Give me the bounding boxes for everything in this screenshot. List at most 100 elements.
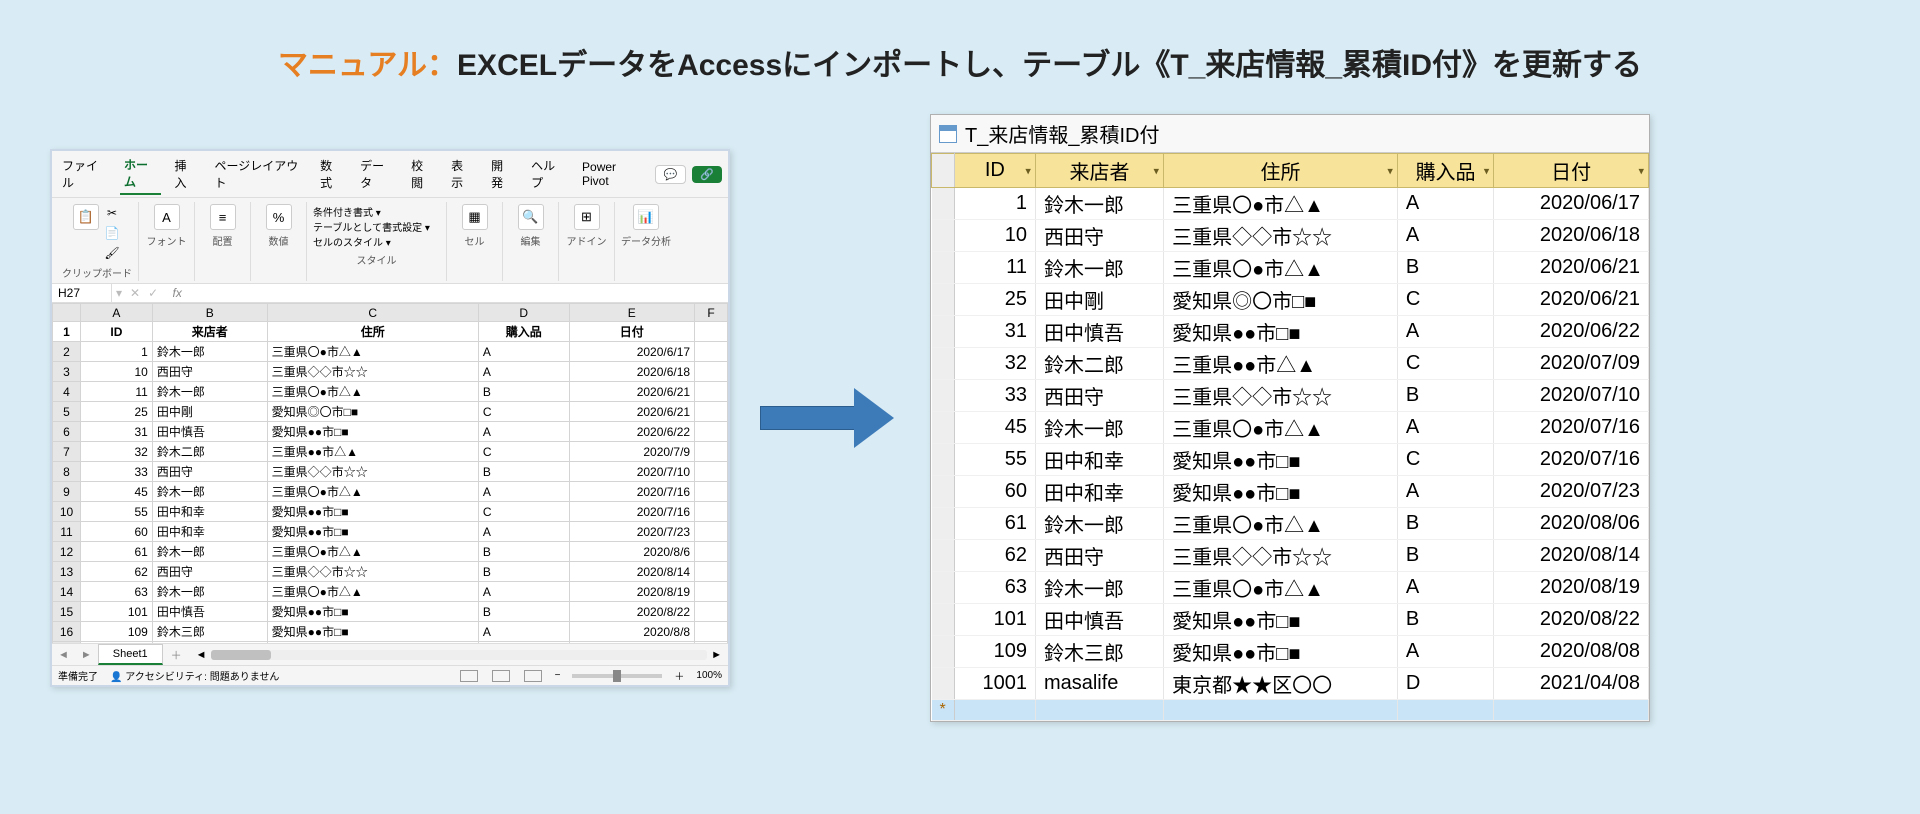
cell[interactable]: 61 xyxy=(81,542,153,562)
cell[interactable]: 2020/8/19 xyxy=(569,582,695,602)
cell[interactable]: 鈴木一郎 xyxy=(1035,412,1163,444)
cell[interactable]: 32 xyxy=(954,348,1035,380)
cell[interactable]: 101 xyxy=(81,602,153,622)
cell[interactable]: A xyxy=(478,482,569,502)
ribbon-tab-開発[interactable]: 開発 xyxy=(487,154,517,194)
row-selector[interactable] xyxy=(932,572,955,604)
sheet-tab[interactable]: Sheet1 xyxy=(98,644,163,665)
cell[interactable]: 2020/8/22 xyxy=(569,602,695,622)
paste-icon[interactable]: 📋 xyxy=(73,204,99,230)
cell[interactable]: 鈴木一郎 xyxy=(1035,252,1163,284)
excel-header-cell[interactable]: 日付 xyxy=(569,322,695,342)
cell[interactable] xyxy=(695,602,728,622)
cell[interactable]: 55 xyxy=(81,502,153,522)
access-col-header[interactable]: 購入品▾ xyxy=(1397,154,1493,188)
namebox-dropdown-icon[interactable]: ▾ xyxy=(112,286,126,300)
cell[interactable]: 西田守 xyxy=(152,562,267,582)
dropdown-icon[interactable]: ▾ xyxy=(1484,164,1490,177)
cell[interactable]: 鈴木一郎 xyxy=(152,542,267,562)
conditional-format-button[interactable]: 条件付き書式 ▾ xyxy=(313,204,440,219)
row-header[interactable]: 15 xyxy=(53,602,81,622)
row-header[interactable]: 8 xyxy=(53,462,81,482)
cell[interactable]: 2020/7/10 xyxy=(569,462,695,482)
cell[interactable] xyxy=(954,700,1035,721)
cell[interactable]: 109 xyxy=(81,622,153,642)
row-header[interactable]: 13 xyxy=(53,562,81,582)
font-icon[interactable]: A xyxy=(154,204,180,230)
cell[interactable]: 鈴木一郎 xyxy=(1035,508,1163,540)
cell[interactable]: 三重県〇●市△▲ xyxy=(267,482,478,502)
cell[interactable]: 三重県●●市△▲ xyxy=(1164,348,1398,380)
cell-styles-button[interactable]: セルのスタイル ▾ xyxy=(313,234,440,249)
cell[interactable]: 2021/4/8 xyxy=(569,642,695,644)
cell[interactable]: 2020/06/17 xyxy=(1494,188,1649,220)
cell[interactable]: 2020/8/14 xyxy=(569,562,695,582)
excel-header-cell[interactable]: 購入品 xyxy=(478,322,569,342)
cell[interactable]: 2020/08/19 xyxy=(1494,572,1649,604)
cell[interactable] xyxy=(1494,700,1649,721)
select-all-cell[interactable] xyxy=(53,304,81,322)
cell[interactable]: 愛知県●●市□■ xyxy=(267,602,478,622)
cell[interactable]: 鈴木一郎 xyxy=(1035,188,1163,220)
enter-icon[interactable]: ✓ xyxy=(144,286,162,300)
cell[interactable]: 東京都★★区〇〇 xyxy=(1164,668,1398,700)
analysis-icon[interactable]: 📊 xyxy=(633,204,659,230)
cell[interactable]: 25 xyxy=(81,402,153,422)
ribbon-tab-挿入[interactable]: 挿入 xyxy=(171,154,201,194)
cell[interactable]: 西田守 xyxy=(152,362,267,382)
cell[interactable]: 田中和幸 xyxy=(1035,444,1163,476)
cell[interactable] xyxy=(695,622,728,642)
cell[interactable] xyxy=(695,482,728,502)
cell[interactable]: A xyxy=(478,422,569,442)
cell[interactable]: C xyxy=(478,442,569,462)
cell[interactable]: 2020/07/16 xyxy=(1494,412,1649,444)
cell[interactable]: 三重県〇●市△▲ xyxy=(1164,412,1398,444)
col-header-A[interactable]: A xyxy=(81,304,153,322)
access-col-header[interactable]: 日付▾ xyxy=(1494,154,1649,188)
cell[interactable]: 2020/07/10 xyxy=(1494,380,1649,412)
cell[interactable]: D xyxy=(1397,668,1493,700)
cell[interactable] xyxy=(695,642,728,644)
cell[interactable]: 45 xyxy=(954,412,1035,444)
cell[interactable]: 田中慎吾 xyxy=(1035,316,1163,348)
cut-icon[interactable]: ✂ xyxy=(103,204,121,222)
cell[interactable]: 田中剛 xyxy=(152,402,267,422)
cell[interactable]: 2020/08/14 xyxy=(1494,540,1649,572)
cell[interactable]: 1001 xyxy=(81,642,153,644)
access-col-header[interactable]: ID▾ xyxy=(954,154,1035,188)
cell[interactable]: 45 xyxy=(81,482,153,502)
dropdown-icon[interactable]: ▾ xyxy=(1638,164,1644,177)
cell[interactable]: 31 xyxy=(954,316,1035,348)
cell[interactable]: 31 xyxy=(81,422,153,442)
cell[interactable]: 田中慎吾 xyxy=(1035,604,1163,636)
cell[interactable]: 2020/6/22 xyxy=(569,422,695,442)
cell[interactable]: A xyxy=(478,522,569,542)
cell[interactable]: A xyxy=(478,622,569,642)
cell[interactable]: 2020/7/16 xyxy=(569,482,695,502)
cell[interactable]: 2020/6/17 xyxy=(569,342,695,362)
cell[interactable]: B xyxy=(478,562,569,582)
cell[interactable] xyxy=(695,422,728,442)
row-selector[interactable] xyxy=(932,444,955,476)
cell[interactable]: 1 xyxy=(954,188,1035,220)
cell[interactable] xyxy=(695,362,728,382)
cell[interactable] xyxy=(695,382,728,402)
col-header-F[interactable]: F xyxy=(695,304,728,322)
cell[interactable]: 愛知県◎〇市□■ xyxy=(267,402,478,422)
cell[interactable]: 2020/07/16 xyxy=(1494,444,1649,476)
cell[interactable]: 鈴木二郎 xyxy=(1035,348,1163,380)
cell[interactable]: 三重県◇◇市☆☆ xyxy=(267,562,478,582)
cell[interactable]: 2020/8/6 xyxy=(569,542,695,562)
cell[interactable]: 33 xyxy=(954,380,1035,412)
cancel-icon[interactable]: ✕ xyxy=(126,286,144,300)
cell[interactable]: 2020/06/21 xyxy=(1494,284,1649,316)
cell[interactable]: 25 xyxy=(954,284,1035,316)
cell[interactable]: A xyxy=(1397,412,1493,444)
cell[interactable]: 三重県〇●市△▲ xyxy=(1164,572,1398,604)
cell[interactable] xyxy=(695,562,728,582)
ribbon-tab-ファイル[interactable]: ファイル xyxy=(58,154,110,194)
format-painter-icon[interactable]: 🖌 xyxy=(103,244,121,262)
horizontal-scrollbar[interactable]: ◄► xyxy=(190,649,728,661)
row-selector[interactable] xyxy=(932,348,955,380)
cell[interactable]: 田中和幸 xyxy=(1035,476,1163,508)
